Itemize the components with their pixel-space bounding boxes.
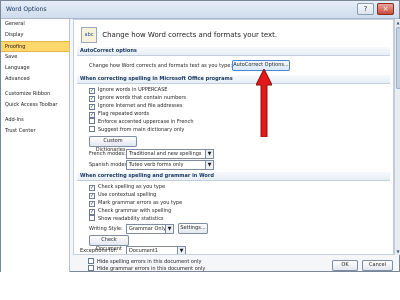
checkbox-suggest-main-dictionary[interactable]: Suggest from main dictionary only (89, 126, 184, 134)
checkbox-mark-grammar-errors[interactable]: ✓ Mark grammar errors as you type (89, 199, 182, 207)
title-bar: Word Options ? × (1, 1, 399, 19)
proofing-abc-icon: abc (81, 27, 97, 43)
sidebar-item-language[interactable]: Language (1, 63, 69, 74)
chevron-down-icon: ▼ (205, 161, 213, 169)
sidebar-item-advanced[interactable]: Advanced (1, 74, 69, 85)
checkbox-label: Ignore words in UPPERCASE (98, 87, 168, 93)
writing-style-label: Writing Style: (89, 226, 123, 232)
checkbox-empty-box (89, 126, 95, 132)
checkbox-label: Ignore Internet and file addresses (98, 103, 183, 109)
spanish-modes-value: Tuteo verb forms only (129, 162, 184, 168)
options-sidebar: General Display Proofing Save Language A… (1, 19, 70, 272)
checkbox-ignore-uppercase[interactable]: ✓ Ignore words in UPPERCASE (89, 86, 167, 94)
checkbox-label: Hide grammar errors in this document onl… (97, 266, 206, 272)
scroll-up-arrow-icon[interactable]: ▲ (395, 19, 400, 26)
ok-button[interactable]: OK (332, 260, 358, 271)
cancel-button[interactable]: Cancel (362, 260, 393, 271)
checkbox-empty-box (89, 215, 95, 221)
chevron-down-icon: ▼ (205, 150, 213, 158)
proofing-panel: abc Change how Word corrects and formats… (73, 19, 394, 255)
checkbox-label: Suggest from main dictionary only (98, 127, 185, 133)
checkbox-label: Use contextual spelling (98, 192, 157, 198)
checkbox-hide-grammar-errors[interactable]: Hide grammar errors in this document onl… (88, 265, 205, 272)
sidebar-item-trust-center[interactable]: Trust Center (1, 126, 69, 137)
checkbox-label: Flag repeated words (98, 111, 150, 117)
sidebar-item-add-ins[interactable]: Add-Ins (1, 115, 69, 126)
page-header: abc Change how Word corrects and formats… (81, 27, 277, 43)
checkbox-label: Show readability statistics (98, 216, 164, 222)
grammar-settings-button[interactable]: Settings... (178, 223, 208, 234)
checkbox-empty-box (88, 265, 94, 271)
content-scrollbar[interactable]: ▲ ▼ (394, 19, 400, 255)
chevron-down-icon: ▼ (177, 247, 185, 254)
red-annotation-arrow-icon (256, 69, 272, 137)
checkbox-contextual-spelling[interactable]: ✓ Use contextual spelling (89, 191, 156, 199)
exceptions-label: Exceptions for: (80, 248, 118, 254)
checkbox-label: Check spelling as you type (98, 184, 166, 190)
checkbox-label: Check grammar with spelling (98, 208, 172, 214)
sidebar-item-customize-ribbon[interactable]: Customize Ribbon (1, 89, 69, 100)
sidebar-item-display[interactable]: Display (1, 30, 69, 41)
scroll-thumb[interactable] (396, 27, 400, 89)
checkbox-ignore-numbers[interactable]: ✓ Ignore words that contain numbers (89, 94, 186, 102)
checkbox-check-spelling-as-you-type[interactable]: ✓ Check spelling as you type (89, 183, 165, 191)
checkbox-enforce-accented-uppercase[interactable]: Enforce accented uppercase in French (89, 118, 194, 126)
spanish-modes-select[interactable]: Tuteo verb forms only ▼ (126, 160, 214, 170)
spanish-modes-label: Spanish modes: (89, 162, 129, 168)
checkbox-flag-repeated-words[interactable]: ✓ Flag repeated words (89, 110, 149, 118)
checkbox-empty-box (88, 258, 94, 264)
checkbox-check-grammar-with-spelling[interactable]: ✓ Check grammar with spelling (89, 207, 171, 215)
help-button[interactable]: ? (357, 3, 374, 15)
close-button[interactable]: × (377, 3, 394, 15)
chevron-down-icon: ▼ (165, 225, 173, 233)
scroll-down-arrow-icon[interactable]: ▼ (395, 248, 400, 255)
exceptions-document-select[interactable]: Document1 ▼ (126, 246, 186, 254)
exceptions-document-value: Document1 (129, 248, 159, 254)
checkbox-ignore-internet-addresses[interactable]: ✓ Ignore Internet and file addresses (89, 102, 182, 110)
checkbox-readability-statistics[interactable]: Show readability statistics (89, 215, 164, 223)
word-spelling-section-header: When correcting spelling and grammar in … (77, 172, 390, 181)
french-modes-select[interactable]: Traditional and new spellings ▼ (126, 149, 214, 159)
checkbox-label: Enforce accented uppercase in French (98, 119, 194, 125)
window-title: Word Options (6, 6, 47, 13)
page-title: Change how Word corrects and formats you… (102, 31, 278, 39)
word-options-dialog: Word Options ? × General Display Proofin… (0, 0, 400, 272)
check-document-button[interactable]: Check Document (89, 235, 129, 252)
sidebar-item-proofing[interactable]: Proofing (1, 41, 69, 52)
writing-style-select[interactable]: Grammar Only ▼ (126, 224, 174, 234)
checkbox-label: Mark grammar errors as you type (98, 200, 183, 206)
checkbox-label: Ignore words that contain numbers (98, 95, 186, 101)
autocorrect-description: Change how Word corrects and formats tex… (89, 63, 233, 69)
checkbox-empty-box (89, 118, 95, 124)
french-modes-value: Traditional and new spellings (129, 151, 202, 157)
sidebar-item-quick-access-toolbar[interactable]: Quick Access Toolbar (1, 100, 69, 111)
french-modes-label: French modes: (89, 151, 126, 157)
office-spelling-section-header: When correcting spelling in Microsoft Of… (77, 75, 390, 84)
writing-style-value: Grammar Only (129, 226, 166, 232)
sidebar-item-general[interactable]: General (1, 19, 69, 30)
custom-dictionaries-button[interactable]: Custom Dictionaries... (89, 136, 137, 153)
sidebar-item-save[interactable]: Save (1, 52, 69, 63)
autocorrect-section-header: AutoCorrect options (77, 47, 390, 56)
